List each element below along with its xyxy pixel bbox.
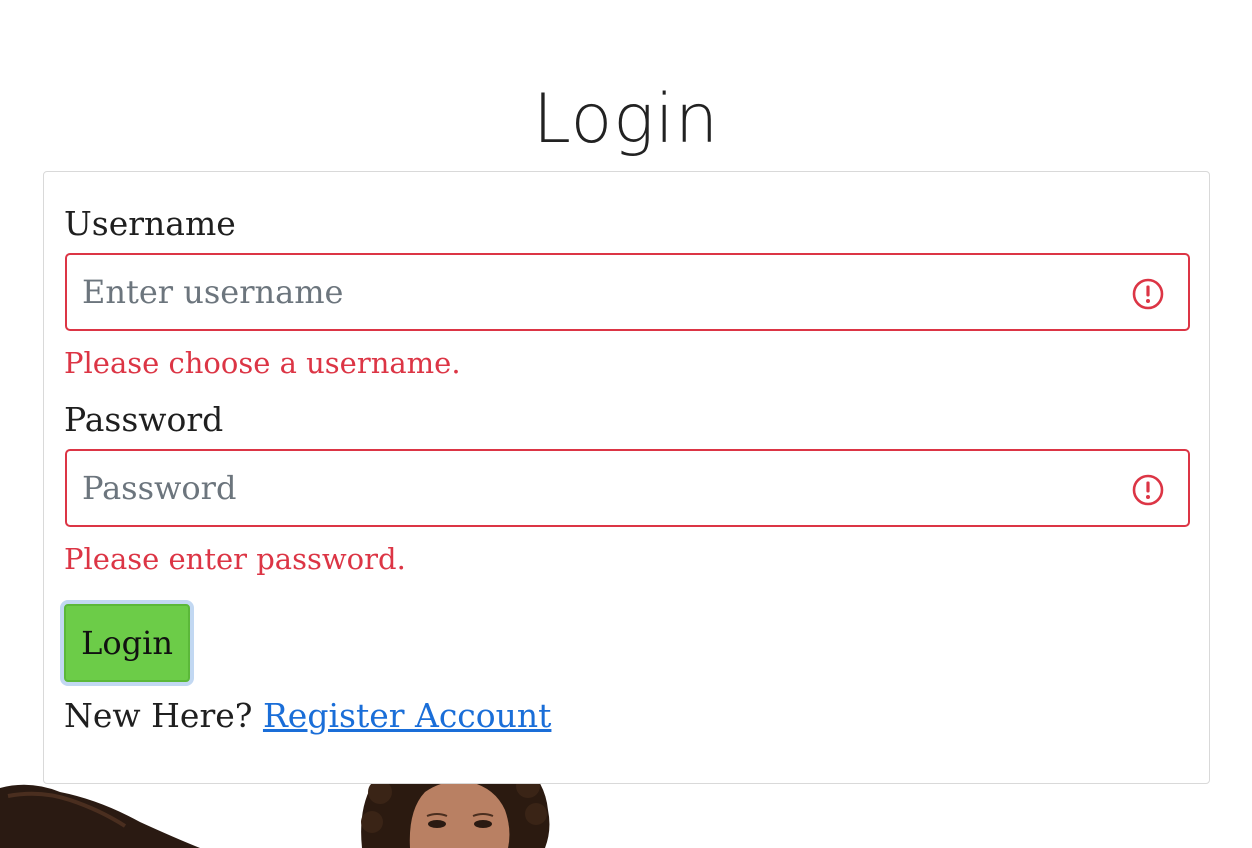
login-button[interactable]: Login: [64, 604, 190, 682]
page-title: Login: [532, 80, 720, 159]
alert-circle-icon: [1132, 278, 1164, 310]
username-error: Please choose a username.: [64, 346, 461, 380]
username-label: Username: [64, 204, 236, 243]
username-field[interactable]: [65, 253, 1190, 331]
register-prompt-line: New Here? Register Account: [64, 696, 551, 736]
password-label: Password: [64, 400, 224, 439]
register-prompt: New Here?: [64, 696, 253, 735]
register-account-link[interactable]: Register Account: [263, 696, 551, 735]
password-error: Please enter password.: [64, 542, 406, 576]
username-input[interactable]: [67, 255, 1188, 329]
login-card: Username Please choose a username. Passw…: [43, 171, 1210, 784]
password-field[interactable]: [65, 449, 1190, 527]
alert-circle-icon: [1132, 474, 1164, 506]
password-input[interactable]: [67, 451, 1188, 525]
